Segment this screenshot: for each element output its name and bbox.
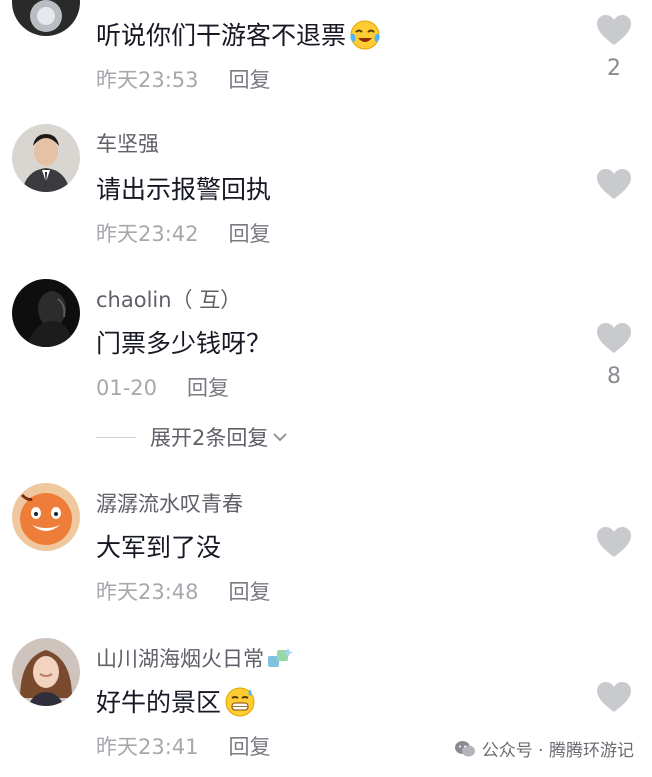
watermark-label: 公众号 · 腾腾环游记 bbox=[481, 741, 634, 761]
heart-icon[interactable] bbox=[596, 322, 632, 354]
puzzle-sparkle-emoji bbox=[266, 646, 294, 677]
comment-text: 大军到了没 bbox=[96, 533, 222, 562]
avatar[interactable] bbox=[12, 638, 80, 706]
heart-icon[interactable] bbox=[596, 526, 632, 558]
comment-meta: 昨天23:42 回复 bbox=[96, 218, 271, 248]
watermark: 公众号 · 腾腾环游记 bbox=[454, 736, 634, 761]
comment-text: 好牛的景区 bbox=[96, 683, 257, 723]
avatar[interactable] bbox=[12, 124, 80, 192]
comment-time: 昨天23:42 bbox=[96, 222, 199, 246]
like-button[interactable]: 8 bbox=[596, 322, 632, 389]
comment-time: 01-20 bbox=[96, 376, 158, 400]
comment-text: 请出示报警回执 bbox=[96, 175, 272, 204]
heart-icon[interactable] bbox=[596, 168, 632, 200]
like-button[interactable] bbox=[596, 681, 632, 723]
comment-time: 昨天23:48 bbox=[96, 580, 199, 604]
comment-time: 昨天23:41 bbox=[96, 735, 199, 759]
heart-icon[interactable] bbox=[596, 681, 632, 713]
comment-meta: 01-20 回复 bbox=[96, 372, 229, 402]
crying-laughing-emoji bbox=[348, 18, 382, 56]
expand-replies-label: 展开2条回复 bbox=[150, 426, 269, 450]
username[interactable]: 山川湖海烟火日常 bbox=[96, 643, 294, 677]
username[interactable]: chaolin（ 互） bbox=[96, 284, 241, 314]
username[interactable]: 潺潺流水叹青春 bbox=[96, 488, 243, 518]
username[interactable]: 车坚强 bbox=[96, 128, 159, 158]
avatar[interactable] bbox=[12, 279, 80, 347]
reply-button[interactable]: 回复 bbox=[229, 68, 271, 92]
wechat-icon bbox=[454, 740, 475, 756]
chevron-down-icon bbox=[273, 433, 288, 442]
reply-button[interactable]: 回复 bbox=[229, 580, 271, 604]
divider-line bbox=[96, 436, 136, 438]
comment-time: 昨天23:53 bbox=[96, 68, 199, 92]
comment-meta: 昨天23:48 回复 bbox=[96, 576, 271, 606]
reply-button[interactable]: 回复 bbox=[229, 735, 271, 759]
avatar[interactable] bbox=[12, 483, 80, 551]
like-count: 8 bbox=[607, 364, 621, 389]
comment-meta: 昨天23:53 回复 bbox=[96, 64, 271, 94]
comment-text: 听说你们干游客不退票 bbox=[96, 16, 382, 56]
like-count: 2 bbox=[607, 56, 621, 81]
comment-text: 门票多少钱呀？ bbox=[96, 329, 272, 358]
expand-replies-button[interactable]: 展开2条回复 bbox=[96, 422, 288, 452]
comment-meta: 昨天23:41 回复 bbox=[96, 731, 271, 761]
like-button[interactable] bbox=[596, 526, 632, 568]
avatar[interactable] bbox=[12, 0, 80, 36]
heart-icon[interactable] bbox=[596, 14, 632, 46]
reply-button[interactable]: 回复 bbox=[187, 376, 229, 400]
like-button[interactable] bbox=[596, 168, 632, 210]
like-button[interactable]: 2 bbox=[596, 14, 632, 81]
grinning-sweat-emoji bbox=[223, 685, 257, 723]
reply-button[interactable]: 回复 bbox=[229, 222, 271, 246]
